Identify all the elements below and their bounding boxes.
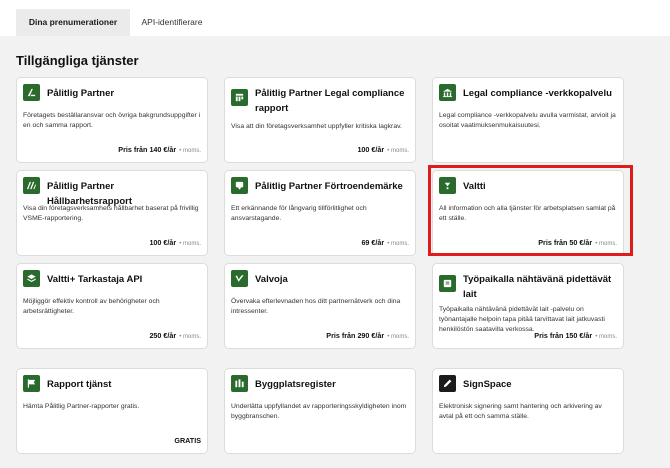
service-description: Elektronisk signering samt hantering och… [439, 403, 602, 420]
service-card-valtti-plus-api[interactable]: Valtti+ Tarkastaja API Möjliggör effekti… [16, 263, 208, 349]
service-description: Visa din företagsverksamhets hållbarhet … [23, 205, 199, 222]
law-book-icon [439, 275, 456, 292]
service-card-legal-compliance-service[interactable]: Legal compliance -verkkopalvelu Legal co… [432, 77, 624, 163]
service-name: SignSpace [463, 379, 512, 390]
service-card-signspace[interactable]: SignSpace Elektronisk signering samt han… [432, 368, 624, 454]
service-name: Byggplatsregister [255, 379, 336, 390]
pen-icon [439, 375, 456, 392]
partner-icon [23, 84, 40, 101]
service-card-report-service[interactable]: Rapport tjänst Hämta Pålitlig Partner-ra… [16, 368, 208, 454]
service-card-site-register[interactable]: Byggplatsregister Underlätta uppfyllande… [224, 368, 416, 454]
service-description: Företagets beställaransvar och övriga ba… [23, 112, 201, 129]
service-price: GRATIS [174, 436, 201, 445]
service-name: Pålitlig Partner [47, 88, 115, 99]
highlight-box [428, 165, 633, 256]
service-price: 69 €/år • moms. [361, 238, 409, 247]
site-register-icon [231, 375, 248, 392]
service-name: Legal compliance -verkkopalvelu [463, 88, 612, 99]
service-name: Valtti+ Tarkastaja API [47, 274, 143, 285]
service-card-legal-report[interactable]: Pålitlig Partner Legal compliance rappor… [224, 77, 416, 163]
service-price: Pris från 150 €/år • moms. [534, 331, 617, 340]
service-price: Pris från 140 €/år • moms. [118, 145, 201, 154]
tab-bar: Dina prenumerationer API-identifierare [0, 0, 670, 36]
sustainability-icon [23, 177, 40, 194]
service-price: Pris från 290 €/år • moms. [326, 331, 409, 340]
layers-icon [23, 270, 40, 287]
service-card-valvoja[interactable]: Valvoja Övervaka efterlevnaden hos ditt … [224, 263, 416, 349]
section-title: Tillgängliga tjänster [16, 53, 139, 68]
badge-icon [231, 177, 248, 194]
service-price: 250 €/år • moms. [149, 331, 201, 340]
service-name: Työpaikalla nähtävänä pidettävät lait [463, 274, 612, 300]
service-name: Rapport tjänst [47, 379, 112, 390]
service-name: Pålitlig Partner Legal compliance rappor… [255, 88, 405, 114]
check-icon [231, 270, 248, 287]
service-price: 100 €/år • moms. [357, 145, 409, 154]
tab-subscriptions[interactable]: Dina prenumerationer [16, 9, 130, 36]
service-card-trust-badge[interactable]: Pålitlig Partner Förtroendemärke Ett erk… [224, 170, 416, 256]
service-description: Underlätta uppfyllandet av rapporterings… [231, 403, 407, 420]
tab-api-identifiers[interactable]: API-identifierare [132, 9, 212, 36]
service-description: Möjliggör effektiv kontroll av behörighe… [23, 298, 160, 315]
service-card-sustainability-report[interactable]: Pålitlig Partner Hållbarhetsrapport Visa… [16, 170, 208, 256]
legal-report-icon [231, 89, 248, 106]
service-price: 100 €/år • moms. [149, 238, 201, 247]
service-description: Hämta Pålitlig Partner-rapporter gratis. [23, 403, 140, 410]
service-description: Ett erkännande för långvarig tillförlitl… [231, 205, 367, 222]
service-description: Legal compliance -verkkopalvelu avulla v… [439, 112, 616, 129]
building-icon [439, 84, 456, 101]
flag-report-icon [23, 375, 40, 392]
service-name: Valvoja [255, 274, 288, 285]
service-description: Övervaka efterlevnaden hos ditt partnern… [231, 298, 401, 315]
service-description: Visa att din företagsverksamhet uppfylle… [231, 123, 402, 130]
service-card-workplace-laws[interactable]: Työpaikalla nähtävänä pidettävät lait Ty… [432, 263, 624, 349]
service-name: Pålitlig Partner Förtroendemärke [255, 181, 403, 192]
service-card-palitlig-partner[interactable]: Pålitlig Partner Företagets beställarans… [16, 77, 208, 163]
